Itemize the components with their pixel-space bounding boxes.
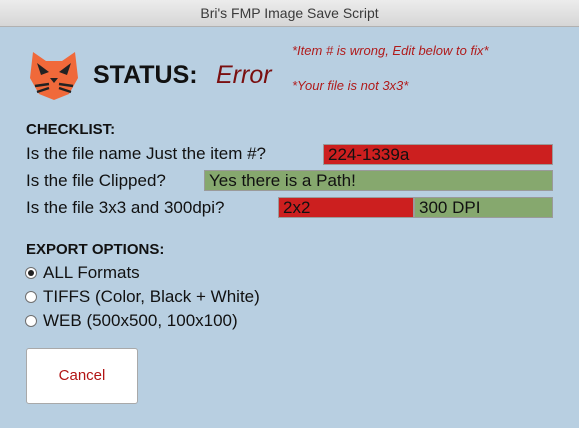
export-option-label: TIFFS (Color, Black + White) <box>43 287 260 306</box>
status-value: Error <box>216 61 272 89</box>
clipping-path-field: Yes there is a Path! <box>204 170 553 191</box>
item-number-field[interactable]: 224-1339a <box>323 144 553 165</box>
checklist-title: CHECKLIST: <box>26 121 116 138</box>
radio-button-selected[interactable] <box>25 267 37 279</box>
checklist-question-size-dpi: Is the file 3x3 and 300dpi? <box>26 198 225 217</box>
error-message-item-number: *Item # is wrong, Edit below to fix* <box>292 43 489 58</box>
checklist-question-clipped: Is the file Clipped? <box>26 171 166 190</box>
dimensions-field: 2x2 <box>278 197 414 218</box>
status-label: STATUS: <box>93 61 198 89</box>
export-option-tiffs[interactable]: TIFFS (Color, Black + White) <box>25 287 260 307</box>
export-option-all-formats[interactable]: ALL Formats <box>25 263 140 283</box>
radio-button[interactable] <box>25 315 37 327</box>
orange-cat-logo-icon <box>30 52 78 100</box>
cancel-button[interactable]: Cancel <box>26 348 138 404</box>
export-options-title: EXPORT OPTIONS: <box>26 241 165 258</box>
window-title: Bri's FMP Image Save Script <box>0 0 579 27</box>
radio-button[interactable] <box>25 291 37 303</box>
checklist-question-file-name: Is the file name Just the item #? <box>26 144 267 163</box>
error-message-file-size: *Your file is not 3x3* <box>292 78 409 93</box>
dpi-field: 300 DPI <box>414 197 553 218</box>
export-option-label: ALL Formats <box>43 263 140 282</box>
export-option-label: WEB (500x500, 100x100) <box>43 311 238 330</box>
export-option-web[interactable]: WEB (500x500, 100x100) <box>25 311 238 331</box>
